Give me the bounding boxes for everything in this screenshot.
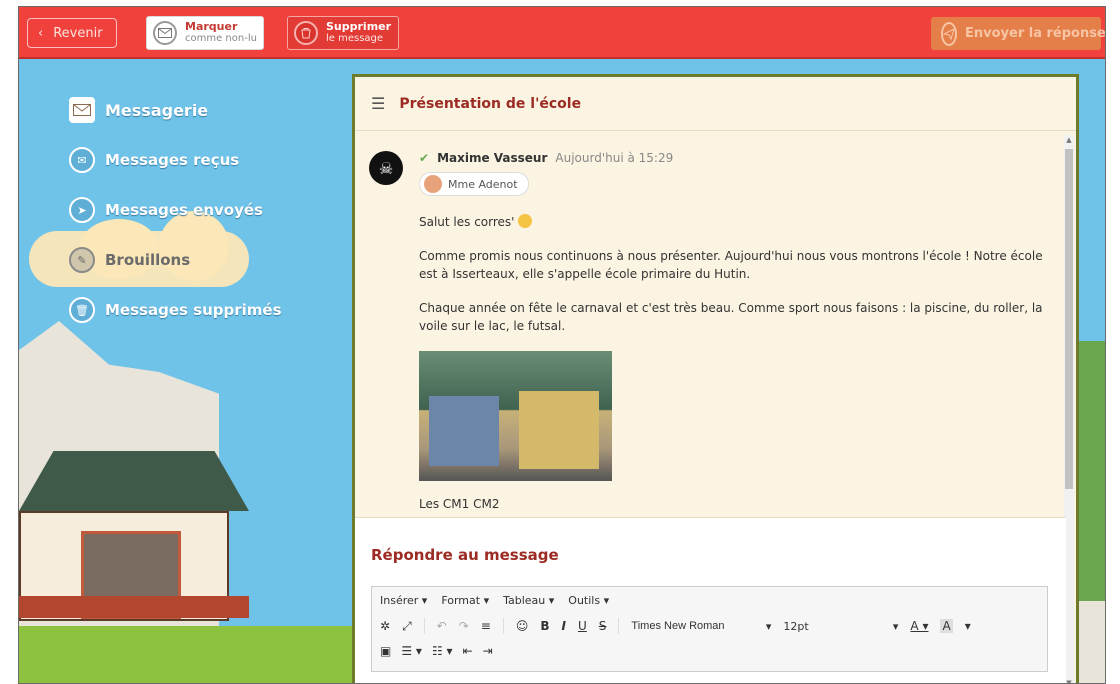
font-family-value: Times New Roman	[631, 619, 725, 632]
sidebar-item-label: Messages reçus	[105, 151, 240, 169]
sidebar-item-deleted[interactable]: 🗑 Messages supprimés	[69, 285, 319, 335]
recipient-chip[interactable]: Mme Adenot	[419, 172, 529, 196]
conversation-title: Présentation de l'école	[399, 95, 582, 112]
panel-header: ☰ Présentation de l'école	[355, 77, 1076, 131]
message-body: Salut les corres' Comme promis nous cont…	[419, 213, 1054, 529]
nav-title-messagerie[interactable]: Messagerie	[69, 85, 319, 135]
sidebar-item-sent[interactable]: ➤ Messages envoyés	[69, 185, 319, 235]
back-label: Revenir	[53, 25, 103, 41]
delete-label: Supprimer	[326, 20, 392, 33]
underline-icon[interactable]: U	[578, 619, 587, 633]
font-size-select[interactable]: 12pt ▾	[783, 620, 898, 633]
bullet-list-icon[interactable]: ☰ ▾	[401, 644, 422, 658]
scroll-up-icon[interactable]: ▲	[1064, 135, 1074, 145]
chevron-left-icon: ‹	[38, 25, 44, 41]
font-size-value: 12pt	[783, 619, 809, 633]
delete-message-button[interactable]: Supprimer le message	[287, 16, 399, 50]
chevron-down-icon[interactable]: ▾	[965, 619, 971, 633]
message-paragraph: Chaque année on fête le carnaval et c'es…	[419, 301, 1043, 333]
strikethrough-icon[interactable]: S	[599, 619, 607, 633]
reply-section: Répondre au message Insérer ▾ Format ▾ T…	[355, 517, 1066, 683]
divider	[618, 618, 620, 634]
sidebar-item-label: Brouillons	[105, 251, 191, 269]
photo-building	[519, 391, 599, 469]
sidebar-item-drafts[interactable]: ✎ Brouillons	[69, 235, 319, 285]
envelope-icon	[153, 21, 177, 45]
draft-icon: ✎	[69, 247, 95, 273]
mark-unread-label: Marquer	[185, 20, 238, 33]
grass-illustration	[19, 626, 359, 683]
send-reply-label: Envoyer la réponse	[965, 26, 1106, 41]
outdent-icon[interactable]: ⇤	[463, 644, 473, 658]
recipient-name: Mme Adenot	[448, 177, 518, 191]
menu-tools[interactable]: Outils ▾	[568, 594, 609, 607]
sidebar-nav: Messagerie ✉ Messages reçus ➤ Messages e…	[69, 85, 319, 335]
paper-plane-icon: ➤	[69, 197, 95, 223]
indent-icon[interactable]: ⇥	[483, 644, 493, 658]
paper-plane-icon	[941, 21, 957, 46]
message-signature: Les CM1 CM2	[419, 497, 500, 511]
emoji-icon[interactable]: ☺	[516, 619, 529, 633]
nav-title-label: Messagerie	[105, 100, 209, 120]
smiley-icon	[518, 214, 533, 228]
delete-sublabel: le message	[326, 33, 384, 44]
redo-icon[interactable]: ↷	[459, 619, 469, 633]
divider	[502, 618, 504, 634]
reply-title: Répondre au message	[371, 546, 559, 564]
text-color-icon[interactable]: A ▾	[910, 619, 928, 633]
avatar: ☠	[369, 151, 403, 185]
message-time: Aujourd'hui à 15:29	[555, 151, 674, 165]
school-photo[interactable]	[419, 351, 612, 481]
italic-icon[interactable]: I	[562, 619, 566, 633]
menu-insert[interactable]: Insérer ▾	[380, 594, 427, 607]
rich-text-editor[interactable]: Insérer ▾ Format ▾ Tableau ▾ Outils ▾ ✲ …	[371, 586, 1048, 672]
check-icon: ✔	[419, 151, 430, 165]
align-center-icon[interactable]: ≡	[481, 619, 491, 633]
mark-unread-button[interactable]: Marquer comme non-lu	[146, 16, 264, 50]
trash-icon	[294, 21, 318, 45]
editor-menubar: Insérer ▾ Format ▾ Tableau ▾ Outils ▾	[372, 587, 1047, 613]
image-icon[interactable]: ▣	[380, 644, 391, 658]
font-family-select[interactable]: Times New Roman ▾	[631, 620, 771, 633]
editor-toolbar-secondary: ▣ ☰ ▾ ☷ ▾ ⇤ ⇥	[372, 639, 1047, 663]
photo-building	[429, 396, 499, 466]
message-sender-line: ✔ Maxime Vasseur Aujourd'hui à 15:29	[419, 151, 673, 165]
sidebar-item-label: Messages envoyés	[105, 201, 263, 219]
trash-icon: 🗑	[69, 297, 95, 323]
sidebar-item-received[interactable]: ✉ Messages reçus	[69, 135, 319, 185]
sidebar-item-label: Messages supprimés	[105, 301, 282, 319]
background-color-icon[interactable]: A	[940, 619, 953, 633]
chevron-down-icon: ▾	[765, 620, 772, 633]
message-paragraph: Comme promis nous continuons à nous prés…	[419, 249, 1043, 281]
send-reply-button[interactable]: Envoyer la réponse	[931, 17, 1105, 50]
mark-unread-sublabel: comme non-lu	[185, 33, 257, 44]
settings-icon[interactable]: ✲	[380, 619, 390, 633]
divider	[423, 618, 425, 634]
app-window: ‹ Revenir Marquer comme non-lu Supprimer…	[18, 6, 1106, 684]
envelope-icon	[69, 97, 95, 123]
message-greeting: Salut les corres'	[419, 215, 515, 229]
top-toolbar: ‹ Revenir Marquer comme non-lu Supprimer…	[19, 7, 1105, 59]
bold-icon[interactable]: B	[540, 619, 549, 633]
undo-icon[interactable]: ↶	[437, 619, 447, 633]
menu-icon[interactable]: ☰	[371, 94, 385, 113]
numbered-list-icon[interactable]: ☷ ▾	[432, 644, 453, 658]
back-button[interactable]: ‹ Revenir	[27, 18, 117, 48]
menu-table[interactable]: Tableau ▾	[503, 594, 554, 607]
scrollbar-thumb[interactable]	[1065, 149, 1073, 489]
menu-format[interactable]: Format ▾	[441, 594, 489, 607]
message-panel: ☰ Présentation de l'école ☠ ✔ Maxime Vas…	[352, 74, 1079, 683]
recipient-avatar	[424, 175, 442, 193]
rock-illustration	[1075, 601, 1105, 683]
envelope-icon: ✉	[69, 147, 95, 173]
editor-toolbar: ✲ ⤢ ↶ ↷ ≡ ☺ B I U S Times New Roman ▾ 12p…	[372, 613, 1047, 639]
sender-name[interactable]: Maxime Vasseur	[437, 151, 547, 165]
fullscreen-icon[interactable]: ⤢	[402, 619, 412, 634]
chevron-down-icon: ▾	[892, 619, 899, 633]
fence-illustration	[19, 596, 249, 618]
roof	[19, 451, 249, 511]
